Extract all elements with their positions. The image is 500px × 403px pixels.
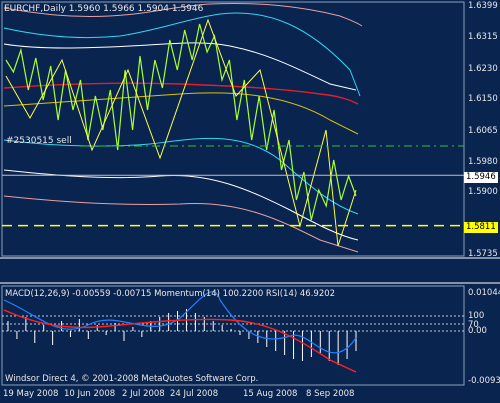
price-tick-label: 1.6399 (468, 1, 498, 11)
date-label: 2 Jul 2008 (122, 389, 165, 399)
indicator-tick-bottom: -0.00938 (468, 376, 500, 386)
price-tick-label: 1.6230 (468, 64, 498, 75)
date-label: 10 Jun 2008 (64, 389, 116, 399)
indicator-tick-top: 0.01044 (468, 288, 500, 298)
price-tick-label: 1.5980 (468, 157, 498, 168)
date-label: 19 May 2008 (3, 389, 59, 399)
price-tick-label: 1.5900 (468, 187, 498, 198)
current-price-tag: 1.5946 (464, 172, 498, 183)
yellow-level-tag: 1.5811 (464, 222, 498, 233)
indicator-tick-zero: 0.00 (468, 326, 487, 336)
date-label: 15 Aug 2008 (243, 389, 298, 399)
price-tick-label: 1.5735 (468, 249, 498, 259)
main-header: EURCHF,Daily 1.5960 1.5966 1.5904 1.5946 (4, 4, 204, 14)
price-tick-label: 1.6065 (468, 125, 498, 136)
date-label: 24 Jul 2008 (170, 389, 219, 399)
price-tick-label: 1.6150 (468, 94, 498, 104)
chart-canvas (0, 0, 500, 403)
sell-order-label: #2530515 sell (6, 136, 72, 146)
indicator-header: MACD(12,26,9) -0.00559 -0.00715 Momentum… (5, 289, 336, 299)
date-label: 8 Sep 2008 (306, 389, 355, 399)
price-tick-label: 1.6315 (468, 32, 498, 43)
footer-copyright: Windsor Direct 4, © 2001-2008 MetaQuotes… (5, 374, 259, 384)
